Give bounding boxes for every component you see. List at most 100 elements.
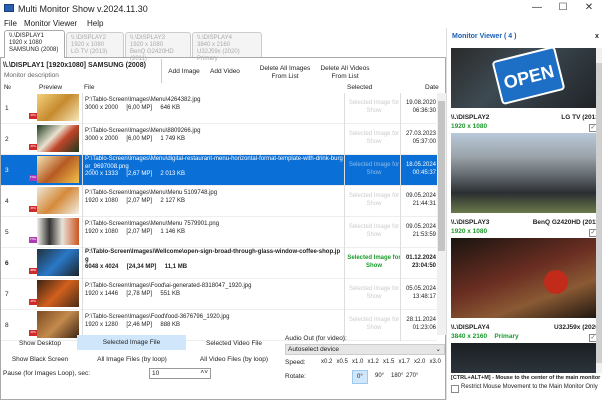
table-row[interactable]: 4 JPG P:\Tablo-Screen\Images\Menu\Menu 5… [1,186,437,217]
monitor-description-input[interactable]: Monitor description [4,72,59,79]
speed-option[interactable]: x1.0 [352,359,363,365]
column-selected[interactable]: Selected [347,84,372,91]
pause-stepper[interactable]: 10 ˄˅ [149,368,211,379]
tab-display4[interactable]: \\.\DISPLAY4 3840 x 2160 U32J59x (2020) Pr… [192,32,262,62]
window-title: Multi Monitor Show v.2024.11.30 [18,4,148,14]
rotate-option[interactable]: 0° [352,370,368,384]
monitor-heading: \\.\DISPLAY1 [1920x1080] SAMSUNG (2008) [3,62,146,69]
display-preview[interactable] [451,133,601,213]
file-type-icon: JPG [29,113,37,119]
divider [82,186,83,217]
tab-label: \\.\DISPLAY2 [71,35,106,41]
display-header: \\.\DISPLAY3 BenQ G2420HD (2011) [451,219,601,226]
all-video-files-button[interactable]: All Video Files (by loop) [198,356,270,364]
selected-for-show-toggle[interactable]: Selected Image for Show [346,131,402,146]
selected-video-file-button[interactable]: Selected Video File [198,340,270,348]
display-name: \\.\DISPLAY3 [451,219,490,226]
divider [82,279,83,310]
selected-for-show-toggle[interactable]: Selected Image for Show [346,286,402,301]
table-row[interactable]: 2 JPG P:\Tablo-Screen\Images\Menu\880926… [1,124,437,155]
divider [344,279,345,310]
preview-thumbnail [37,249,79,276]
time: 00:45:37 [412,169,436,176]
tab-display1[interactable]: \\.\DISPLAY1 1920 x 1080 SAMSUNG (2008) [4,30,65,58]
maximize-button[interactable]: ☐ [550,2,576,16]
scroll-thumb[interactable] [438,101,445,251]
preview-thumbnail [37,280,79,307]
display1-preview[interactable]: OPEN [451,45,601,108]
display-model: BenQ G2420HD (2011) [532,219,601,226]
selected-image-file-button[interactable]: Selected Image File [77,335,186,350]
table-row[interactable]: 1 JPG P:\Tablo-Screen\Images\Menu\426438… [1,93,437,124]
selected-for-show-toggle[interactable]: Selected Image for Show [346,193,402,208]
selected-for-show-toggle[interactable]: Selected Image for Show [346,162,402,177]
row-number: 5 [5,229,9,236]
minimize-button[interactable]: — [524,2,550,16]
show-desktop-button[interactable]: Show Desktop [10,340,70,348]
file-meta: 2000 x 1333 [2,67 MP] 2 013 KB [85,171,186,177]
speed-option[interactable]: x0.5 [337,359,348,365]
menu-monitor-viewer[interactable]: Monitor Viewer [24,19,77,28]
selected-for-show-toggle[interactable]: Selected Image for Show [346,100,402,115]
selected-for-show-toggle[interactable]: Selected Image for Show [346,224,402,239]
preview-thumbnail [37,218,79,245]
restrict-mouse-checkbox[interactable] [451,385,459,393]
time: 01:23:06 [412,324,436,331]
table-row[interactable]: 6 JPG P:\Tablo-Screen\Images\Wellcome\op… [1,248,437,279]
divider [82,155,83,186]
speed-option[interactable]: x1.2 [368,359,379,365]
column-file[interactable]: File [84,84,94,91]
tab-display2[interactable]: \\.\DISPLAY2 1920 x 1080 LG TV (2013) [66,32,124,57]
show-black-screen-button[interactable]: Show Black Screen [8,356,72,364]
column-date[interactable]: Date [425,84,439,91]
column-preview[interactable]: Preview [39,84,62,91]
file-path: P:\Tablo-Screen\Images\Menu\4264382.jpg [85,97,201,103]
rotate-label: Rotate: [285,373,306,380]
close-button[interactable]: ✕ [576,2,602,16]
list-scrollbar[interactable] [437,93,446,335]
tab-display3[interactable]: \\.\DISPLAY3 1920 x 1080 BenQ G2420HD (201… [125,32,191,62]
mouse-center-hint: [CTRL+ALT+M] - Mouse to the center of th… [451,375,601,381]
table-row[interactable]: 7 JPG P:\Tablo-Screen\Images\Food\ai-gen… [1,279,437,310]
speed-option[interactable]: x2.0 [414,359,425,365]
file-meta: 1920 x 1446 [2,78 MP] 551 KB [85,290,181,297]
time: 13:48:17 [412,293,436,300]
speed-option[interactable]: x1.5 [383,359,394,365]
tab-label: 1920 x 1080 [130,42,164,48]
column-num[interactable]: № [4,84,11,91]
divider [344,93,345,124]
all-image-files-button[interactable]: All Image Files (by loop) [92,356,172,364]
table-row[interactable]: 5 PNG P:\Tablo-Screen\Images\Menu\Menu 7… [1,217,437,248]
scroll-thumb[interactable] [596,63,602,363]
display-resolution: 3840 x 2160 Primary [451,333,601,340]
selected-for-show-toggle[interactable]: Selected Image for Show [346,255,402,270]
speed-option[interactable]: x0.2 [321,359,332,365]
file-meta: 3000 x 2000 [6,00 MP] 646 KB [85,104,181,111]
menu-file[interactable]: File [4,19,17,28]
file-type-icon: JPG [29,206,37,212]
file-path: P:\Tablo-Screen\Images\Food\food-3676796… [85,314,230,320]
file-info: P:\Tablo-Screen\Images\Food\food-3676796… [85,314,343,329]
stepper-arrows-icon[interactable]: ˄˅ [200,369,208,376]
speed-option[interactable]: x3.0 [430,359,441,365]
display-preview[interactable] [451,343,601,373]
rotate-option[interactable]: 270° [402,370,422,382]
file-date: 09.05.2024 21:53:59 [401,224,436,239]
title-bar: Multi Monitor Show v.2024.11.30 — ☐ ✕ [0,0,603,18]
audio-device-select[interactable]: Autoselect device ⌄ [285,344,445,355]
rotate-option[interactable]: 90° [371,370,388,382]
menu-help[interactable]: Help [87,19,103,28]
viewer-close-button[interactable]: x [595,33,599,40]
display-preview[interactable] [451,238,601,318]
file-meta: 1920 x 1280 [2,46 MP] 888 KB [85,321,181,328]
speed-option[interactable]: x1.7 [399,359,410,365]
delete-all-videos-button[interactable]: Delete All Videos From List [316,65,374,81]
add-video-button[interactable]: Add Video [205,68,245,76]
table-row[interactable]: 3 PNG P:\Tablo-Screen\Images\Menu\digita… [1,155,437,186]
delete-all-images-button[interactable]: Delete All Images From List [255,65,315,81]
viewer-scrollbar[interactable] [596,48,602,373]
selected-for-show-toggle[interactable]: Selected Image for Show [346,317,402,332]
table-row[interactable]: 8 JPG P:\Tablo-Screen\Images\Food\food-3… [1,310,437,341]
file-info: P:\Tablo-Screen\Images\Menu\4264382.jpg 3… [85,97,343,112]
add-image-button[interactable]: Add Image [164,68,204,76]
